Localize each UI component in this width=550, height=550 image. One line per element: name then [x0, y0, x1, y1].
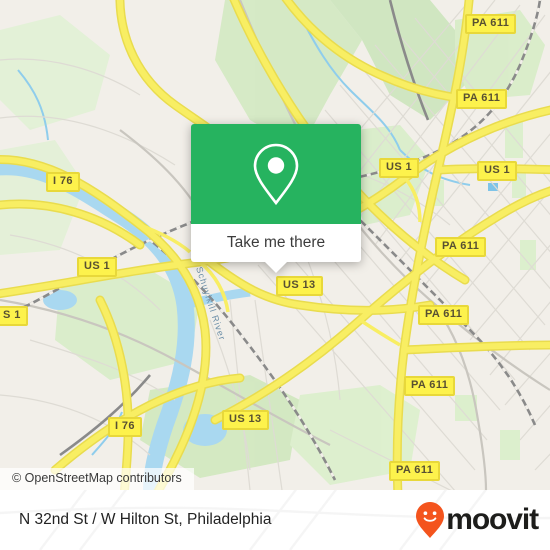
road-shield: US 13 — [222, 410, 269, 430]
road-shield: US 1 — [379, 158, 420, 178]
location-title: N 32nd St / W Hilton St, Philadelphia — [19, 511, 272, 528]
take-me-there-label: Take me there — [226, 234, 326, 251]
road-shield: PA 611 — [404, 376, 456, 396]
road-shield: S 1 — [0, 306, 28, 326]
map-pin-icon — [253, 143, 299, 206]
road-shield: PA 611 — [435, 237, 487, 257]
callout-tail — [265, 262, 287, 273]
road-shield: US 1 — [477, 161, 518, 181]
map-canvas[interactable]: Schuylkill River PA 611 PA 611 I 76 US 1 US … — [0, 0, 550, 490]
location-callout-card[interactable]: Take me there — [191, 124, 361, 273]
osm-attribution[interactable]: © OpenStreetMap contributors — [0, 468, 194, 490]
moovit-wordmark: moovit — [446, 503, 539, 536]
road-shield: US 1 — [77, 257, 118, 277]
road-shield: I 76 — [108, 417, 142, 437]
road-shield: I 76 — [46, 172, 80, 192]
road-shield: PA 611 — [389, 461, 441, 481]
moovit-logo[interactable]: moovit — [415, 490, 539, 550]
road-shield: PA 611 — [418, 305, 470, 325]
footer-bar: N 32nd St / W Hilton St, Philadelphia mo… — [0, 490, 550, 550]
moovit-location-card: Schuylkill River PA 611 PA 611 I 76 US 1 US … — [0, 0, 550, 550]
road-shield: US 13 — [276, 276, 323, 296]
road-shield: PA 611 — [456, 89, 508, 109]
road-shield: PA 611 — [465, 14, 517, 34]
moovit-smiley-pin-icon — [416, 502, 445, 538]
take-me-there-button[interactable]: Take me there — [191, 224, 361, 262]
callout-green-panel — [191, 124, 361, 224]
